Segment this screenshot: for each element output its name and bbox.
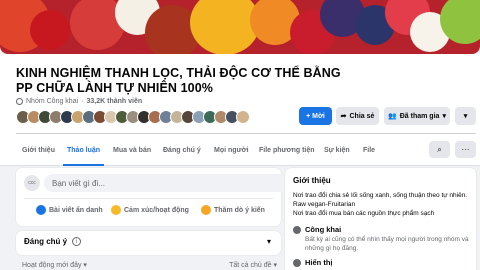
eye-icon <box>293 259 301 267</box>
info-icon[interactable]: i <box>72 237 81 246</box>
group-members-icon: 👥 <box>388 113 397 120</box>
visible-title: Hiển thị <box>305 258 333 267</box>
about-heading: Giới thiệu <box>293 176 331 185</box>
smiley-icon <box>111 205 121 215</box>
share-button[interactable]: ➦ Chia sẻ <box>336 107 379 125</box>
chevron-down-icon[interactable]: ▾ <box>267 237 271 246</box>
topic-filter-dropdown[interactable]: Tất cả chủ đề ▾ <box>229 261 277 269</box>
member-count[interactable]: 33,2K thành viên <box>86 98 142 105</box>
invite-button[interactable]: + Mời <box>299 107 332 125</box>
about-description-line: Nơi trao đổi chia sẻ lối sống xanh, sống… <box>293 192 468 218</box>
feeling-label: Cảm xúc/hoạt động <box>124 206 189 214</box>
public-title: Công khai <box>305 225 342 234</box>
about-description: Nơi trao đổi chia sẻ lối sống xanh, sống… <box>293 191 471 219</box>
globe-icon <box>16 98 23 105</box>
share-icon: ➦ <box>340 113 347 120</box>
poll-label: Thăm dò ý kiến <box>214 206 265 214</box>
about-card: Giới thiệu Nơi trao đổi chia sẻ lối sống… <box>285 168 476 270</box>
group-title: KINH NGHIỆM THANH LỌC, THẢI ĐỘC CƠ THỂ B… <box>16 66 341 95</box>
poll-icon <box>201 205 211 215</box>
cover-photo <box>0 0 480 54</box>
share-label: Chia sẻ <box>349 112 375 120</box>
more-icon: ··· <box>461 145 470 154</box>
privacy-label[interactable]: Nhóm Công khai <box>26 98 78 105</box>
anonymous-post-button[interactable]: Bài viết ẩn danh <box>36 200 103 220</box>
group-meta: Nhóm Công khai · 33,2K thành viên <box>16 98 142 105</box>
chevron-down-icon: ▾ <box>463 113 468 120</box>
tab-about[interactable]: Giới thiệu <box>22 134 55 166</box>
anonymous-icon <box>36 205 46 215</box>
post-input[interactable]: Bạn viết gì đi... <box>44 174 289 192</box>
joined-label: Đã tham gia <box>399 112 440 120</box>
invite-label: + Mời <box>306 112 325 120</box>
featured-section[interactable]: Đáng chú ý i ▾ <box>16 231 281 255</box>
tabs-bar: Giới thiệu Thảo luận Mua và bán Đáng chú… <box>0 134 480 166</box>
feeling-activity-button[interactable]: Cảm xúc/hoạt động <box>111 200 189 220</box>
search-icon: ⌕ <box>437 144 442 154</box>
meta-separator: · <box>81 98 84 105</box>
chevron-down-icon: ▾ <box>442 113 446 120</box>
tab-people[interactable]: Mọi người <box>214 134 249 166</box>
tab-files[interactable]: File <box>363 134 375 166</box>
tab-buy-sell[interactable]: Mua và bán <box>113 134 151 166</box>
search-button[interactable]: ⌕ <box>429 141 450 158</box>
sort-row: Hoạt động mới đây ▾ Tất cả chủ đề ▾ <box>16 260 281 270</box>
sort-recent-dropdown[interactable]: Hoạt động mới đây ▾ <box>22 261 87 269</box>
avatar[interactable] <box>236 110 250 124</box>
poll-button[interactable]: Thăm dò ý kiến <box>201 200 265 220</box>
tab-media[interactable]: File phương tiện <box>259 134 315 166</box>
tab-events[interactable]: Sự kiện <box>324 134 350 166</box>
post-composer: ccc Bạn viết gì đi... Bài viết ẩn danh C… <box>16 168 289 226</box>
public-text: Bất kỳ ai cũng có thể nhìn thấy mọi ngườ… <box>305 236 469 252</box>
tab-more-button[interactable]: ··· <box>455 141 476 158</box>
globe-icon <box>293 226 301 234</box>
tab-discussion[interactable]: Thảo luận <box>62 134 105 166</box>
composer-divider <box>24 198 273 199</box>
more-options-button[interactable]: ▾ <box>455 107 476 125</box>
member-avatars[interactable] <box>16 110 250 124</box>
joined-button[interactable]: 👥 Đã tham gia ▾ <box>384 107 450 125</box>
anonymous-label: Bài viết ẩn danh <box>49 206 103 214</box>
avatar[interactable]: ccc <box>24 175 40 191</box>
featured-title: Đáng chú ý <box>24 237 68 246</box>
tab-featured[interactable]: Đáng chú ý <box>163 134 201 166</box>
